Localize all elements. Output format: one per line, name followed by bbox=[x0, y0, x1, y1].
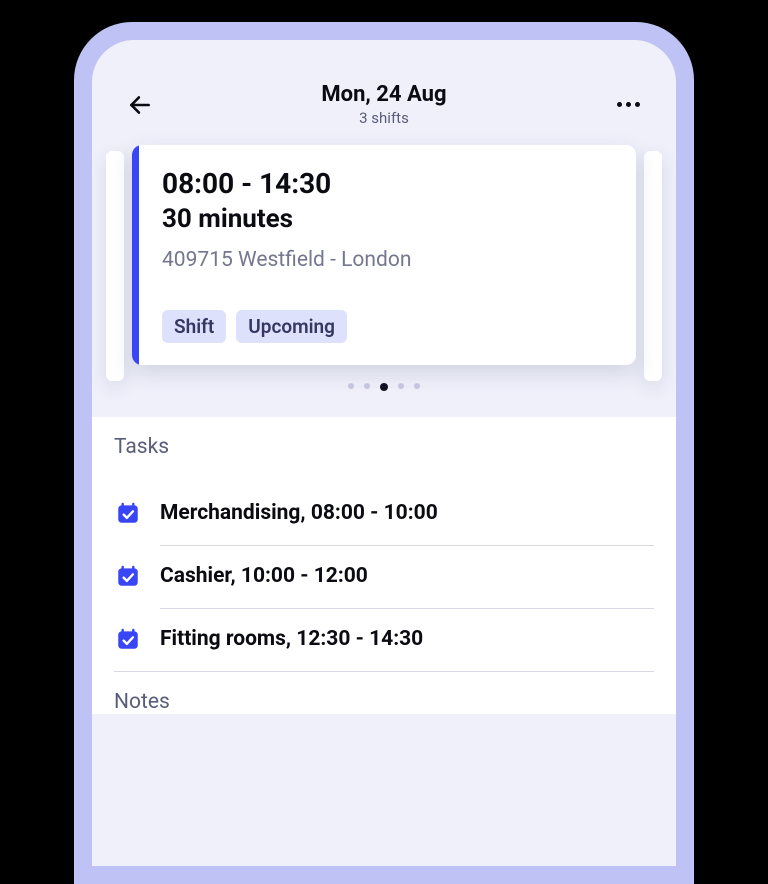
pager-dot[interactable] bbox=[398, 383, 404, 389]
task-row[interactable]: Fitting rooms, 12:30 - 14:30 bbox=[114, 609, 654, 671]
shift-time-range: 08:00 - 14:30 bbox=[162, 167, 612, 200]
more-button[interactable] bbox=[608, 85, 648, 125]
carousel-pager bbox=[92, 365, 676, 407]
task-label: Fitting rooms, 12:30 - 14:30 bbox=[160, 627, 654, 651]
header-subtitle: 3 shifts bbox=[160, 109, 608, 127]
task-row[interactable]: Merchandising, 08:00 - 10:00 bbox=[114, 483, 654, 545]
tag-shift: Shift bbox=[162, 310, 226, 343]
arrow-left-icon bbox=[127, 92, 153, 118]
shift-tags: Shift Upcoming bbox=[162, 310, 612, 343]
shift-carousel[interactable]: 08:00 - 14:30 30 minutes 409715 Westfiel… bbox=[92, 141, 676, 417]
shift-duration: 30 minutes bbox=[162, 204, 612, 234]
calendar-check-icon bbox=[114, 625, 142, 653]
dots-icon bbox=[617, 102, 622, 107]
tag-upcoming: Upcoming bbox=[236, 310, 347, 343]
header-bar: Mon, 24 Aug 3 shifts bbox=[92, 40, 676, 141]
divider bbox=[114, 671, 654, 672]
task-row[interactable]: Cashier, 10:00 - 12:00 bbox=[114, 546, 654, 608]
prev-card-peek[interactable] bbox=[106, 151, 124, 381]
header-center: Mon, 24 Aug 3 shifts bbox=[160, 82, 608, 127]
pager-dot[interactable] bbox=[348, 383, 354, 389]
task-label: Cashier, 10:00 - 12:00 bbox=[160, 564, 654, 588]
pager-dot[interactable] bbox=[364, 383, 370, 389]
notes-section-title: Notes bbox=[114, 690, 654, 714]
tasks-section: Tasks Merchandising, 08:00 - 10:00 bbox=[92, 417, 676, 714]
pager-dot[interactable] bbox=[380, 383, 388, 391]
calendar-check-icon bbox=[114, 562, 142, 590]
back-button[interactable] bbox=[120, 85, 160, 125]
pager-dot[interactable] bbox=[414, 383, 420, 389]
device-frame: Mon, 24 Aug 3 shifts 08:00 - 14:30 30 mi… bbox=[74, 22, 694, 884]
app-screen: Mon, 24 Aug 3 shifts 08:00 - 14:30 30 mi… bbox=[92, 40, 676, 866]
tasks-section-title: Tasks bbox=[114, 435, 654, 459]
header-title: Mon, 24 Aug bbox=[160, 82, 608, 107]
calendar-check-icon bbox=[114, 499, 142, 527]
shift-location: 409715 Westfield - London bbox=[162, 248, 612, 272]
next-card-peek[interactable] bbox=[644, 151, 662, 381]
shift-card[interactable]: 08:00 - 14:30 30 minutes 409715 Westfiel… bbox=[132, 145, 636, 365]
task-label: Merchandising, 08:00 - 10:00 bbox=[160, 501, 654, 525]
